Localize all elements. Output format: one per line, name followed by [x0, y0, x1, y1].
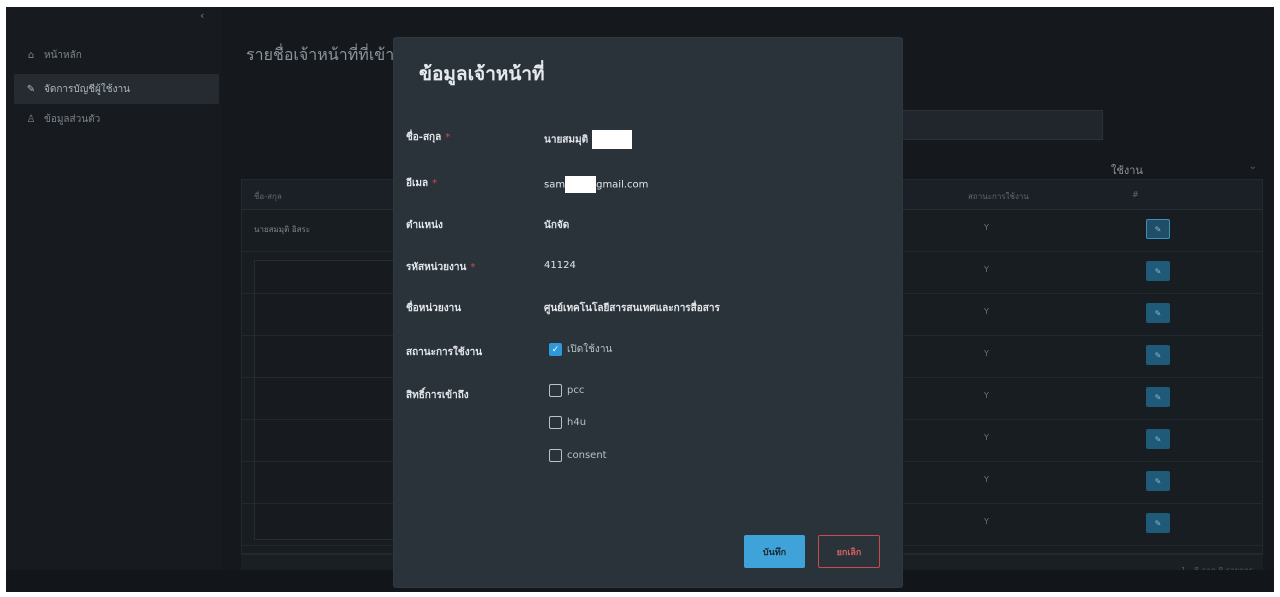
status-option-label: เปิดใช้งาน — [567, 344, 613, 355]
edit-icon: ✎ — [1154, 266, 1162, 276]
sidebar-item-home[interactable]: ⌂ หน้าหลัก — [14, 40, 219, 70]
edit-icon: ✎ — [1154, 224, 1162, 234]
status-filter-value: ใช้งาน — [1111, 164, 1143, 177]
email-label-text: อีเมล — [406, 178, 429, 189]
edit-icon: ✎ — [1154, 518, 1162, 528]
edit-icon: ✎ — [26, 83, 36, 95]
sidebar: ‹ ⌂ หน้าหลัก ✎ จัดการบัญชีผู้ใช้งาน ♙ ข้… — [6, 7, 221, 592]
checkbox-unchecked-icon — [549, 384, 562, 397]
required-mark: * — [470, 262, 476, 273]
cell-status: Y — [984, 307, 989, 316]
access-pcc-checkbox[interactable]: pcc — [549, 384, 584, 397]
redaction-block — [591, 130, 632, 149]
position-value: นักจัด — [544, 220, 570, 231]
status-enabled-checkbox[interactable]: ✓ เปิดใช้งาน — [549, 342, 612, 357]
access-option-label: h4u — [567, 417, 587, 428]
checkbox-checked-icon: ✓ — [549, 343, 562, 356]
required-mark: * — [432, 178, 438, 189]
access-h4u-checkbox[interactable]: h4u — [549, 416, 586, 429]
access-consent-checkbox[interactable]: consent — [549, 449, 607, 462]
edit-button[interactable]: ✎ — [1146, 261, 1170, 281]
column-header-status[interactable]: สถานะการใช้งาน — [968, 190, 1029, 203]
staff-info-dialog: ข้อมูลเจ้าหน้าที่ ชื่อ-สกุล * นายสมมุติ อ… — [394, 38, 902, 587]
column-header-name[interactable]: ชื่อ-สกุล — [254, 190, 282, 203]
cancel-button[interactable]: ยกเลิก — [818, 535, 880, 568]
edit-button[interactable]: ✎ — [1146, 387, 1170, 407]
cell-name: นายสมมุติ อิสระ — [254, 225, 311, 234]
access-option-label: consent — [567, 450, 607, 461]
cell-status: Y — [984, 349, 989, 358]
sidebar-item-user-management[interactable]: ✎ จัดการบัญชีผู้ใช้งาน — [14, 74, 219, 104]
unit-name-value: ศูนย์เทคโนโลยีสารสนเทศและการสื่อสาร — [544, 303, 720, 314]
home-icon: ⌂ — [27, 49, 35, 61]
name-value: นายสมมุติ — [544, 130, 632, 149]
cell-status: Y — [984, 433, 989, 442]
email-label: อีเมล * — [406, 176, 437, 191]
unit-code-label-text: รหัสหน่วยงาน — [406, 262, 467, 273]
edit-icon: ✎ — [1154, 308, 1162, 318]
name-label: ชื่อ-สกุล * — [406, 130, 450, 145]
edit-button[interactable]: ✎ — [1146, 471, 1170, 491]
edit-button[interactable]: ✎ — [1146, 513, 1170, 533]
access-label: สิทธิ์การเข้าถึง — [406, 390, 469, 401]
checkbox-unchecked-icon — [549, 416, 562, 429]
cell-status: Y — [984, 391, 989, 400]
page-title: รายชื่อเจ้าหน้าที่ที่เข้า — [246, 45, 395, 64]
redaction-block — [565, 176, 597, 193]
edit-icon: ✎ — [1154, 434, 1162, 444]
edit-button[interactable]: ✎ — [1146, 345, 1170, 365]
dialog-title: ข้อมูลเจ้าหน้าที่ — [419, 63, 545, 85]
edit-icon: ✎ — [1154, 350, 1162, 360]
cell-status: Y — [984, 265, 989, 274]
name-label-text: ชื่อ-สกุล — [406, 132, 442, 143]
edit-button[interactable]: ✎ — [1146, 219, 1170, 239]
unit-code-label: รหัสหน่วยงาน * — [406, 260, 475, 275]
sidebar-item-label: จัดการบัญชีผู้ใช้งาน — [44, 83, 130, 95]
sidebar-item-label: ข้อมูลส่วนตัว — [44, 113, 101, 125]
sidebar-item-label: หน้าหลัก — [44, 49, 82, 61]
edit-icon: ✎ — [1154, 476, 1162, 486]
required-mark: * — [445, 132, 451, 143]
email-prefix: sam — [544, 179, 566, 191]
status-label: สถานะการใช้งาน — [406, 347, 483, 358]
save-button[interactable]: บันทึก — [744, 535, 805, 568]
email-value: sam gmail.com — [544, 176, 648, 193]
cell-status: Y — [984, 475, 989, 484]
unit-code-value: 41124 — [544, 260, 576, 271]
chevron-down-icon: ⌄ — [1248, 161, 1257, 172]
name-value-text: นายสมมุติ — [544, 134, 589, 146]
edit-button[interactable]: ✎ — [1146, 303, 1170, 323]
sidebar-item-profile[interactable]: ♙ ข้อมูลส่วนตัว — [14, 104, 219, 134]
cell-status: Y — [984, 223, 989, 232]
user-icon: ♙ — [26, 113, 36, 125]
checkbox-unchecked-icon — [549, 449, 562, 462]
edit-button[interactable]: ✎ — [1146, 429, 1170, 449]
access-option-label: pcc — [567, 385, 585, 396]
search-input[interactable] — [871, 110, 1103, 140]
column-header-action: # — [1132, 190, 1139, 199]
chevron-left-icon[interactable]: ‹ — [200, 9, 204, 22]
app-window: ‹ ⌂ หน้าหลัก ✎ จัดการบัญชีผู้ใช้งาน ♙ ข้… — [6, 7, 1274, 592]
email-suffix: gmail.com — [596, 179, 649, 191]
cell-status: Y — [984, 517, 989, 526]
position-label: ตำแหน่ง — [406, 220, 443, 231]
status-filter-select[interactable]: ใช้งาน ⌄ — [1111, 157, 1261, 181]
edit-icon: ✎ — [1154, 392, 1162, 402]
unit-name-label: ชื่อหน่วยงาน — [406, 303, 462, 314]
